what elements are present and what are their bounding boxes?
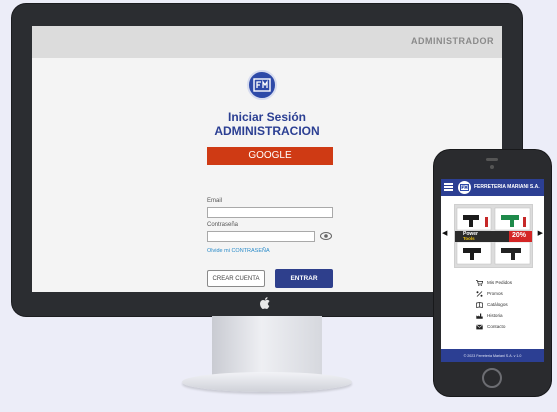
factory-icon (476, 313, 483, 319)
phone-speaker (486, 158, 498, 161)
mobile-menu: Mis Pedidos Promos Catálogos Historia Co… (476, 277, 542, 332)
menu-item-pedidos[interactable]: Mis Pedidos (476, 277, 542, 288)
menu-item-label: Mis Pedidos (487, 280, 513, 285)
phone-camera (490, 165, 494, 169)
mobile-phone: FERRETERIA MARIANI S.A. ◀ ▶ Power Tools … (434, 150, 551, 396)
carousel-next-icon[interactable]: ▶ (538, 229, 543, 237)
company-logo-icon (458, 181, 471, 194)
admin-topbar: ADMINISTRADOR (32, 26, 502, 59)
percent-icon (476, 290, 483, 297)
topbar-title: ADMINISTRADOR (411, 36, 494, 46)
email-field[interactable] (207, 207, 333, 218)
login-subtitle: ADMINISTRACION (214, 124, 320, 138)
google-signin-button[interactable]: GOOGLE (207, 147, 333, 165)
phone-screen: FERRETERIA MARIANI S.A. ◀ ▶ Power Tools … (441, 179, 544, 362)
company-logo-icon (247, 70, 277, 100)
monitor-stand-foot (182, 372, 352, 392)
mobile-brand: FERRETERIA MARIANI S.A. (474, 184, 540, 190)
menu-item-label: Catálogos (487, 302, 508, 307)
password-label: Contraseña (207, 222, 239, 228)
create-account-button[interactable]: CREAR CUENTA (207, 270, 265, 287)
menu-item-label: Historia (487, 313, 503, 318)
menu-item-contacto[interactable]: Contacto (476, 321, 542, 332)
banner-line2: Tools (463, 236, 475, 241)
menu-item-historia[interactable]: Historia (476, 310, 542, 321)
phone-home-button[interactable] (482, 368, 502, 388)
book-icon (476, 301, 483, 308)
forgot-password-link[interactable]: Olvide mi CONTRASEÑA (207, 248, 270, 254)
promo-banner[interactable]: Power Tools 20% (454, 204, 533, 268)
login-panel: Iniciar Sesión ADMINISTRACION GOOGLE Ema… (32, 58, 502, 292)
banner-discount: 20% (512, 232, 527, 239)
apple-logo-icon (260, 297, 270, 309)
enter-button[interactable]: ENTRAR (275, 269, 333, 288)
menu-item-label: Contacto (487, 324, 506, 329)
login-title: Iniciar Sesión (227, 110, 307, 124)
password-field[interactable] (207, 231, 315, 242)
email-label: Email (207, 198, 223, 204)
monitor-stand-neck (212, 316, 322, 378)
device-mockup-stage: ADMINISTRADOR Iniciar Sesión ADMINISTRAC… (0, 0, 557, 412)
show-password-icon[interactable] (320, 231, 332, 241)
mobile-header: FERRETERIA MARIANI S.A. (441, 179, 544, 196)
hamburger-menu-icon[interactable] (444, 183, 453, 191)
cart-icon (476, 279, 483, 286)
desktop-screen: ADMINISTRADOR Iniciar Sesión ADMINISTRAC… (32, 26, 502, 292)
mobile-footer: © 2023 Ferretería Mariani S.A. v 1.0 (441, 351, 544, 362)
menu-item-label: Promos (487, 291, 503, 296)
menu-item-promos[interactable]: Promos (476, 288, 542, 299)
mail-icon (476, 324, 483, 329)
login-heading: Iniciar Sesión ADMINISTRACION (32, 110, 502, 138)
menu-item-catalogos[interactable]: Catálogos (476, 299, 542, 310)
carousel-prev-icon[interactable]: ◀ (442, 229, 447, 237)
